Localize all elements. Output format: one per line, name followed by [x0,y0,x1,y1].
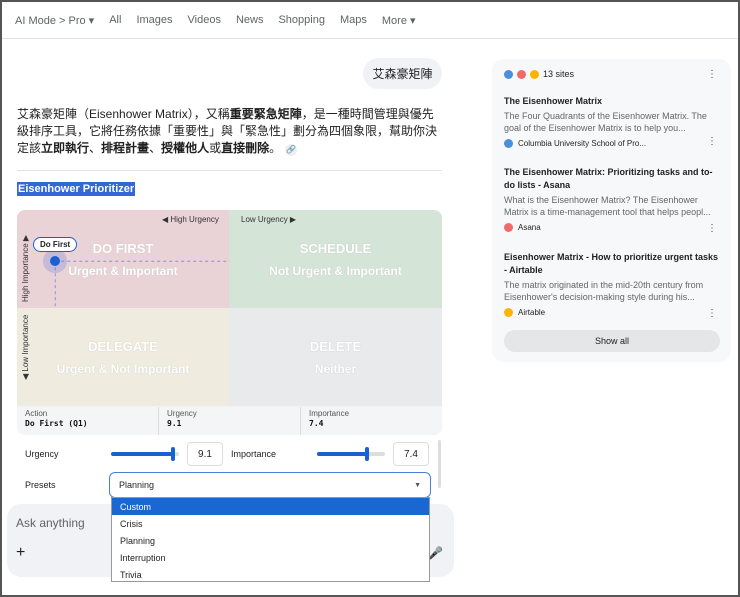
source-site: Columbia University School of Pro... [518,139,647,148]
link-icon[interactable]: 🔗 [285,144,298,156]
source-title[interactable]: Eisenhower Matrix - How to prioritize ur… [504,251,719,277]
nav-images[interactable]: Images [136,14,172,26]
importance-label: Importance [231,449,277,459]
nav-more[interactable]: More ▾ [382,14,416,27]
user-query-bubble: 艾森豪矩陣 [363,58,442,89]
nav-all[interactable]: All [109,14,121,26]
importance-input[interactable]: 7.4 [393,442,429,466]
widget-title: Eisenhower Prioritizer [17,182,136,196]
divider [17,170,442,171]
sources-panel: 13 sites ⋮ The Eisenhower Matrix The Four… [492,59,731,362]
text: 艾森豪矩陣（Eisenhower Matrix），又稱 [17,107,230,121]
more-options-icon[interactable]: ⋮ [707,223,717,234]
bold-text: 立即執行 [41,141,90,155]
text: 、 [149,141,162,155]
answer-paragraph: 艾森豪矩陣（Eisenhower Matrix），又稱重要緊急矩陣，是一種時間管… [17,106,442,157]
columbia-icon [504,69,513,79]
selected-value: Planning [119,480,155,490]
presets-select[interactable]: Planning ▼ [109,472,431,498]
urgency-slider[interactable] [111,447,179,461]
bold-text: 重要緊急矩陣 [229,107,302,121]
label: Urgency [167,409,197,418]
scrollbar[interactable] [438,440,441,488]
asana-icon [517,69,526,79]
label: Importance [309,409,350,418]
option-crisis[interactable]: Crisis [112,515,429,532]
value: 7.4 [309,419,324,428]
value: Do First (Q1) [25,419,88,428]
source-site: Airtable [518,308,546,317]
source-desc: What is the Eisenhower Matrix? The Eisen… [504,195,711,217]
point-label: Do First [33,237,78,252]
nav-maps[interactable]: Maps [340,14,367,26]
sources-header: 13 sites [504,69,574,79]
asana-icon [504,223,513,232]
source-card[interactable]: The Eisenhower Matrix The Four Quadrants … [504,95,719,148]
more-options-icon[interactable]: ⋮ [707,136,717,147]
ask-input[interactable]: Ask anything [16,516,85,530]
info-action: Action Do First (Q1) [17,407,159,435]
show-all-button[interactable]: Show all [504,330,720,352]
crosshair-guides [54,260,230,309]
urgency-input[interactable]: 9.1 [187,442,223,466]
presets-label: Presets [25,480,56,490]
text: 、 [89,141,102,155]
source-card[interactable]: The Eisenhower Matrix: Prioritizing task… [504,166,719,232]
option-interruption[interactable]: Interruption [112,549,429,566]
option-trivia[interactable]: Trivia [112,566,429,583]
source-desc: The Four Quadrants of the Eisenhower Mat… [504,111,707,133]
bold-text: 直接刪除 [221,141,270,155]
bold-text: 排程計畫 [101,141,150,155]
nav-news[interactable]: News [236,14,264,26]
source-site: Asana [518,223,541,232]
source-card[interactable]: Eisenhower Matrix - How to prioritize ur… [504,251,719,317]
source-desc: The matrix originated in the mid-20th ce… [504,280,704,302]
more-options-icon[interactable]: ⋮ [707,308,717,319]
urgency-label: Urgency [25,449,59,459]
info-importance: Importance 7.4 [301,407,442,435]
importance-slider[interactable] [317,447,385,461]
chevron-down-icon: ▼ [414,481,421,489]
text: 或 [209,141,222,155]
airtable-icon [504,308,513,317]
info-urgency: Urgency 9.1 [159,407,301,435]
value: 9.1 [167,419,182,428]
more-options-icon[interactable]: ⋮ [707,69,717,80]
label: Action [25,409,48,418]
top-nav: AI Mode > Pro ▾ All Images Videos News S… [2,2,738,39]
option-custom[interactable]: Custom [112,498,429,515]
plus-icon[interactable]: + [16,544,25,562]
eisenhower-matrix[interactable]: DO FIRST Urgent & Important SCHEDULE Not U… [17,210,442,435]
nav-videos[interactable]: Videos [188,14,221,26]
columbia-icon [504,139,513,148]
bold-text: 授權他人 [161,141,210,155]
source-title[interactable]: The Eisenhower Matrix [504,95,719,108]
sources-count: 13 sites [543,69,575,79]
nav-ai-mode[interactable]: AI Mode > Pro ▾ [15,14,94,27]
nav-shopping[interactable]: Shopping [278,14,325,26]
text: 。 [269,141,282,155]
mic-icon[interactable]: 🎤 [428,546,443,560]
airtable-icon [530,69,539,79]
presets-dropdown: Custom Crisis Planning Interruption Triv… [111,497,430,582]
source-title[interactable]: The Eisenhower Matrix: Prioritizing task… [504,166,719,192]
option-planning[interactable]: Planning [112,532,429,549]
info-row: Action Do First (Q1) Urgency 9.1 Importanc… [17,407,442,435]
